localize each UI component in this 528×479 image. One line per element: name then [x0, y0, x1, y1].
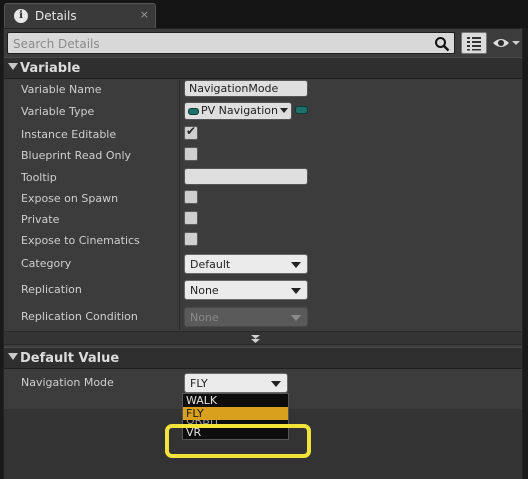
- property-label: Replication Condition: [21, 310, 138, 323]
- section-default-value-header[interactable]: Default Value: [4, 347, 522, 369]
- replication-value: None: [190, 284, 219, 297]
- close-icon[interactable]: ×: [140, 8, 149, 21]
- chevron-down-icon: [291, 315, 301, 321]
- navigation-mode-value: FLY: [190, 377, 208, 390]
- tooltip-field[interactable]: [184, 168, 308, 185]
- variable-type-value: PV Navigation Mode: [201, 104, 279, 117]
- search-icon[interactable]: [434, 36, 450, 52]
- expose-on-spawn-checkbox[interactable]: [184, 190, 198, 204]
- section-title: Variable: [20, 61, 81, 76]
- property-label: Instance Editable: [21, 128, 117, 141]
- property-label: Replication: [21, 283, 82, 296]
- instance-editable-checkbox[interactable]: ✔: [184, 124, 198, 140]
- row-replication-condition: Replication Condition None: [4, 307, 522, 328]
- search-row: [7, 32, 521, 56]
- replication-condition-combo: None: [184, 307, 308, 327]
- search-box[interactable]: [7, 32, 455, 54]
- property-label: Expose on Spawn: [21, 192, 119, 205]
- property-label: Blueprint Read Only: [21, 149, 132, 162]
- category-combo[interactable]: Default: [184, 254, 308, 274]
- info-icon: i: [14, 9, 28, 23]
- property-label: Tooltip: [21, 171, 57, 184]
- property-label: Expose to Cinematics: [21, 234, 140, 247]
- section-variable-header[interactable]: Variable: [4, 57, 522, 79]
- row-expose-to-cinematics: Expose to Cinematics: [4, 231, 522, 252]
- option-fly[interactable]: FLY: [183, 407, 288, 420]
- navigation-mode-combo[interactable]: FLY: [184, 373, 288, 393]
- tab-bar: i Details ×: [0, 0, 528, 28]
- row-tooltip: Tooltip: [4, 168, 522, 189]
- list-view-button[interactable]: [461, 32, 487, 54]
- replication-combo[interactable]: None: [184, 280, 308, 300]
- variable-type-picker[interactable]: PV Navigation Mode: [184, 102, 292, 120]
- row-variable-name: Variable Name NavigationMode: [4, 80, 522, 101]
- section-title: Default Value: [20, 351, 120, 366]
- property-label: Private: [21, 213, 60, 226]
- checkmark-icon: ✔: [186, 124, 197, 138]
- row-variable-type: Variable Type PV Navigation Mode: [4, 102, 522, 123]
- search-input[interactable]: [13, 36, 413, 52]
- expand-advanced-icon: [251, 335, 260, 343]
- variable-name-field[interactable]: NavigationMode: [184, 80, 308, 97]
- tab-details[interactable]: i Details ×: [4, 3, 156, 28]
- row-expose-on-spawn: Expose on Spawn: [4, 189, 522, 210]
- view-options-button[interactable]: [491, 33, 521, 53]
- advanced-toggle[interactable]: [4, 331, 522, 345]
- expose-to-cinematics-checkbox[interactable]: [184, 232, 198, 246]
- property-label: Variable Name: [21, 83, 102, 96]
- chevron-down-icon: [291, 288, 301, 294]
- chevron-down-icon: [291, 262, 301, 268]
- blueprint-read-only-checkbox[interactable]: [184, 147, 198, 161]
- row-navigation-mode: Navigation Mode FLY: [4, 373, 522, 394]
- row-instance-editable: Instance Editable ✔: [4, 124, 522, 146]
- list-icon: [467, 37, 481, 51]
- eye-icon: [493, 39, 520, 47]
- replication-condition-value: None: [190, 311, 219, 324]
- container-type-icon[interactable]: [295, 106, 308, 114]
- highlight-annotation: [165, 424, 311, 458]
- property-label: Variable Type: [21, 105, 95, 118]
- row-blueprint-read-only: Blueprint Read Only: [4, 146, 522, 167]
- row-replication: Replication None: [4, 280, 522, 301]
- private-checkbox[interactable]: [184, 211, 198, 225]
- details-panel: Variable Variable Name NavigationMode Va…: [3, 28, 523, 479]
- chevron-down-icon: [280, 108, 288, 113]
- tab-label: Details: [35, 9, 77, 23]
- category-value: Default: [190, 258, 231, 271]
- enum-pin-icon: [188, 108, 199, 115]
- collapse-arrow-icon: [8, 353, 18, 360]
- option-walk[interactable]: WALK: [183, 394, 288, 407]
- row-category: Category Default: [4, 254, 522, 275]
- property-label: Category: [21, 257, 72, 270]
- row-private: Private: [4, 210, 522, 231]
- chevron-down-icon: [271, 381, 281, 387]
- property-label: Navigation Mode: [21, 376, 114, 389]
- collapse-arrow-icon: [8, 63, 18, 70]
